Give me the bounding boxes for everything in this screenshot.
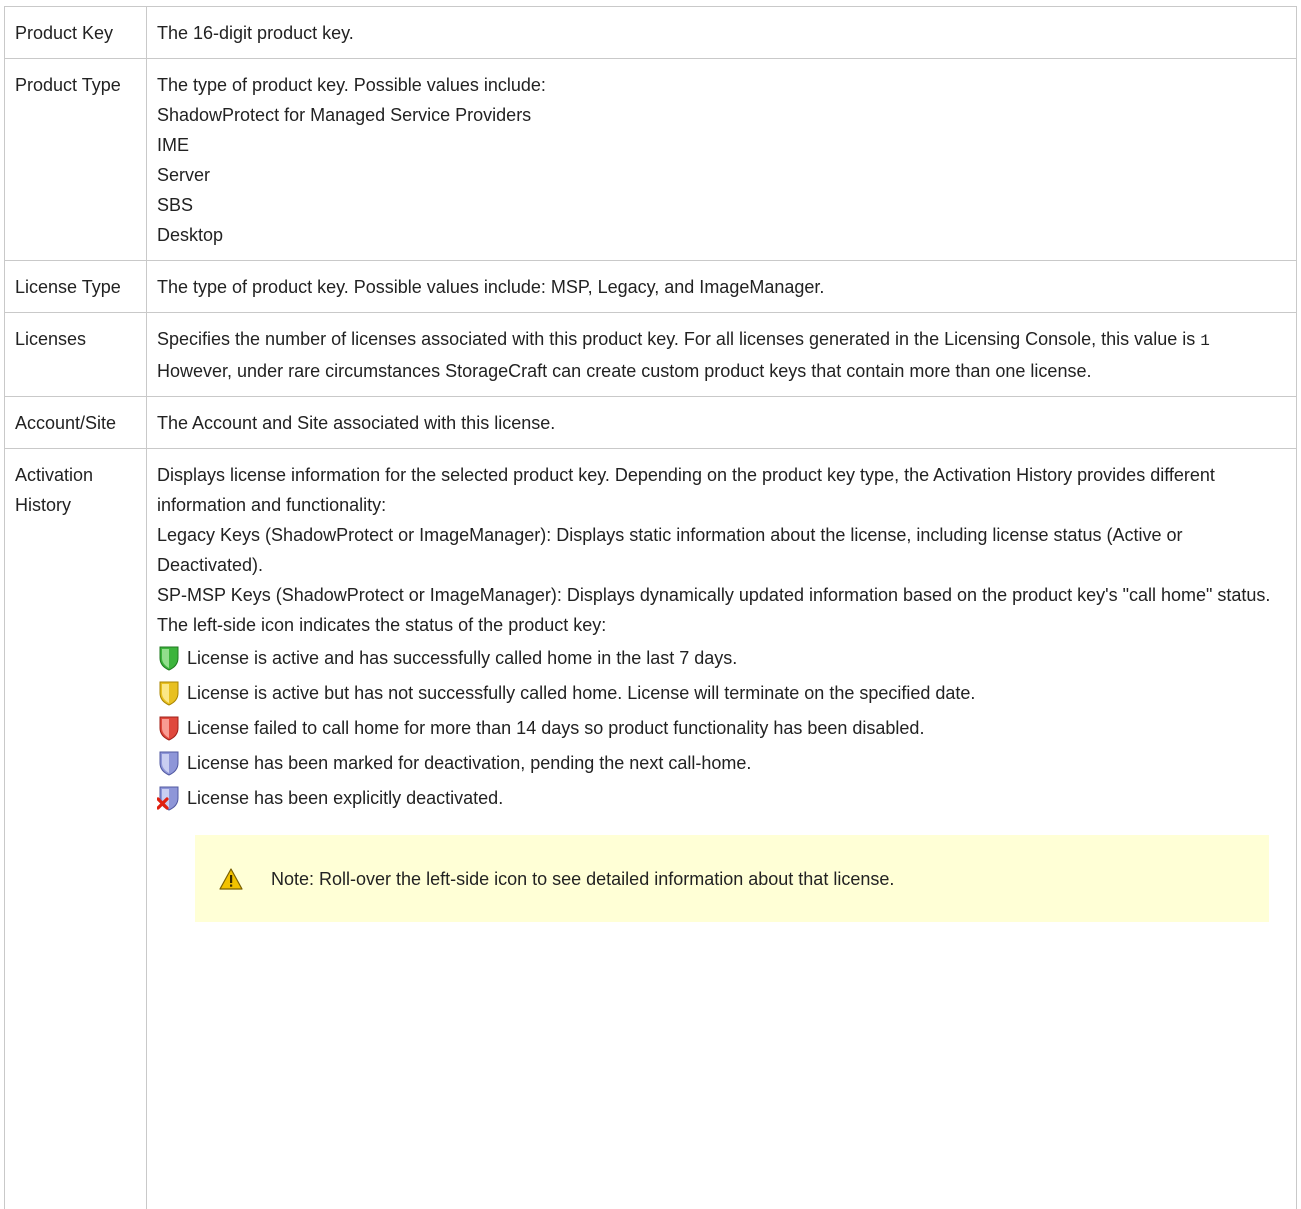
desc-line: Desktop (157, 225, 224, 245)
desc-product-key: The 16-digit product key. (146, 6, 1297, 59)
desc-line: The type of product key. Possible values… (157, 75, 546, 95)
desc-line: SP-MSP Keys (ShadowProtect or ImageManag… (157, 585, 1271, 635)
desc-line: ShadowProtect for Managed Service Provid… (157, 105, 532, 125)
green-shield-icon (159, 646, 179, 671)
status-item: License is active but has not successful… (157, 675, 1286, 710)
term-account-site: Account/Site (4, 396, 147, 449)
yellow-shield-icon (159, 681, 179, 706)
term-license-type: License Type (4, 260, 147, 313)
code-value: 1 (1200, 332, 1210, 350)
warning-icon (219, 867, 243, 890)
status-text: License is active and has successfully c… (187, 647, 738, 668)
status-text: License failed to call home for more tha… (187, 717, 925, 738)
desc-license-type: The type of product key. Possible values… (146, 260, 1297, 313)
desc-account-site: The Account and Site associated with thi… (146, 396, 1297, 449)
term-product-key: Product Key (4, 6, 147, 59)
desc-line: IME (157, 135, 190, 155)
status-text: License has been explicitly deactivated. (187, 787, 504, 808)
table-row: Activation History Displays license info… (4, 448, 1297, 1209)
table-row: Product Key The 16-digit product key. (4, 6, 1297, 59)
table-row: License Type The type of product key. Po… (4, 260, 1297, 313)
desc-text: Specifies the number of licenses associa… (157, 329, 1201, 349)
table-row: Account/Site The Account and Site associ… (4, 396, 1297, 449)
definition-table: Product Key The 16-digit product key. Pr… (4, 6, 1297, 1209)
red-shield-icon (159, 716, 179, 741)
deactivated-shield-icon (157, 786, 179, 811)
term-product-type: Product Type (4, 58, 147, 261)
note-text: Note: Roll-over the left-side icon to se… (271, 868, 895, 889)
status-item: License has been explicitly deactivated. (157, 780, 1286, 815)
table-row: Product Type The type of product key. Po… (4, 58, 1297, 261)
desc-line: SBS (157, 195, 194, 215)
desc-text: However, under rare circumstances Storag… (157, 361, 1092, 381)
status-item: License failed to call home for more tha… (157, 710, 1286, 745)
desc-activation-history: Displays license information for the sel… (146, 448, 1297, 1209)
desc-line: Displays license information for the sel… (157, 465, 1215, 515)
desc-product-type: The type of product key. Possible values… (146, 58, 1297, 261)
status-text: License has been marked for deactivation… (187, 752, 752, 773)
desc-line: Server (157, 165, 211, 185)
table-row: Licenses Specifies the number of license… (4, 312, 1297, 397)
term-activation-history: Activation History (4, 448, 147, 1209)
desc-licenses: Specifies the number of licenses associa… (146, 312, 1297, 397)
desc-line: Legacy Keys (ShadowProtect or ImageManag… (157, 525, 1183, 575)
term-licenses: Licenses (4, 312, 147, 397)
note-callout: Note: Roll-over the left-side icon to se… (195, 835, 1269, 922)
blue-shield-icon (159, 751, 179, 776)
status-text: License is active but has not successful… (187, 682, 976, 703)
status-item: License has been marked for deactivation… (157, 745, 1286, 780)
status-item: License is active and has successfully c… (157, 640, 1286, 675)
